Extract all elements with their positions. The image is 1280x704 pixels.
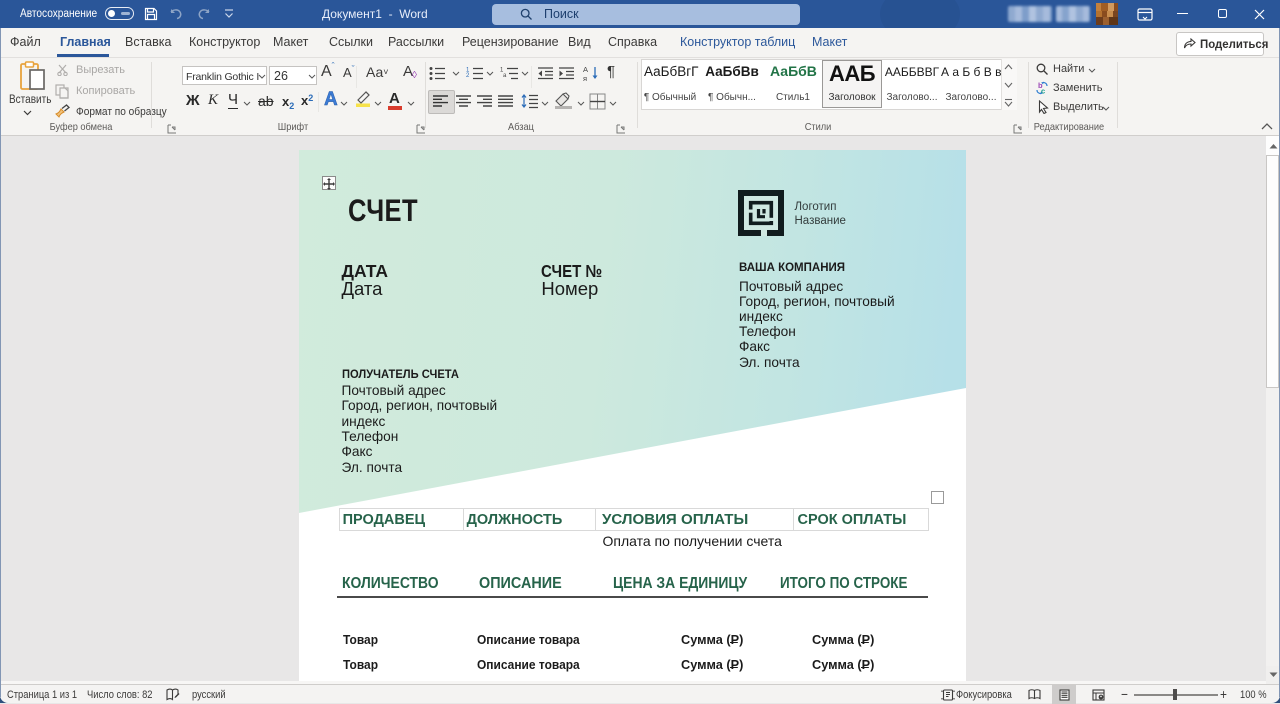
svg-text:я: я [583, 74, 587, 82]
svg-text:a: a [503, 73, 507, 79]
svg-text:А: А [583, 65, 588, 74]
svg-text:2: 2 [466, 73, 470, 79]
svg-text:c: c [1041, 87, 1045, 96]
